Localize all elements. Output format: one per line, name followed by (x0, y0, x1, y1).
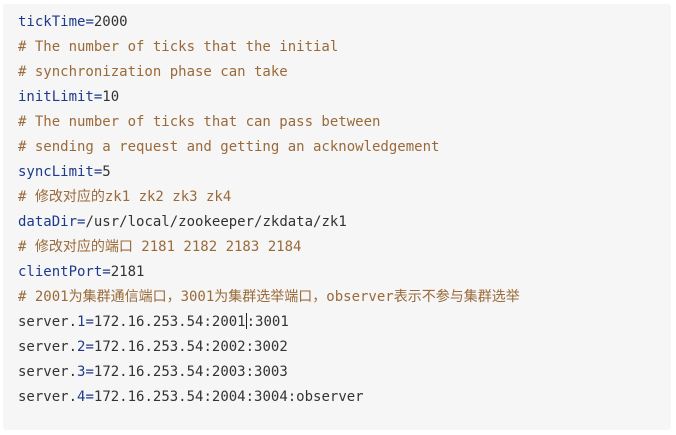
config-value: 5 (102, 164, 111, 180)
code-line-server-1: server.1=172.16.253.54:2001:3001 (18, 310, 671, 335)
code-line-initlimit: initLimit=10 (18, 85, 671, 110)
config-key: syncLimit (18, 164, 94, 180)
config-key: clientPort (18, 264, 103, 280)
server-value: 172.16.253.54:2004:3004:observer (93, 389, 364, 405)
config-value: 10 (102, 89, 120, 105)
config-value: /usr/local/zookeeper/zkdata/zk1 (85, 214, 347, 230)
code-block[interactable]: tickTime=2000 # The number of ticks that… (3, 4, 671, 430)
equals-sign: = (102, 264, 111, 280)
code-comment: # The number of ticks that can pass betw… (18, 114, 381, 130)
code-line-datadir: dataDir=/usr/local/zookeeper/zkdata/zk1 (18, 210, 671, 235)
code-line-server-4: server.4=172.16.253.54:2004:3004:observe… (18, 385, 671, 410)
config-value: 2181 (110, 264, 145, 280)
config-key: tickTime (18, 14, 86, 30)
code-comment: # 2001为集群通信端口，3001为集群选举端口，observer表示不参与集… (18, 289, 520, 305)
equals-sign: = (85, 364, 94, 380)
equals-sign: = (85, 14, 94, 30)
code-comment: # synchronization phase can take (18, 64, 288, 80)
server-prefix: server. (18, 389, 78, 405)
server-prefix: server. (18, 364, 78, 380)
code-line-server-3: server.3=172.16.253.54:2003:3003 (18, 360, 671, 385)
equals-sign: = (85, 389, 94, 405)
code-line-server-2: server.2=172.16.253.54:2002:3002 (18, 335, 671, 360)
server-value: 172.16.253.54:2002:3002 (93, 339, 288, 355)
config-value: 2000 (93, 14, 128, 30)
code-line-ticktime: tickTime=2000 (18, 10, 671, 35)
config-key: dataDir (18, 214, 78, 230)
code-comment: # The number of ticks that the initial (18, 39, 339, 55)
server-value: 172.16.253.54:2001 (93, 314, 246, 330)
code-comment: # sending a request and getting an ackno… (18, 139, 440, 155)
config-key: initLimit (18, 89, 94, 105)
code-comment: # 修改对应的端口 2181 2182 2183 2184 (18, 239, 302, 255)
code-line-synclimit: syncLimit=5 (18, 160, 671, 185)
code-line-clientport: clientPort=2181 (18, 260, 671, 285)
server-value-rest: :3001 (246, 314, 289, 330)
equals-sign: = (85, 314, 94, 330)
equals-sign: = (85, 339, 94, 355)
server-prefix: server. (18, 339, 78, 355)
server-prefix: server. (18, 314, 78, 330)
code-comment: # 修改对应的zk1 zk2 zk3 zk4 (18, 189, 232, 205)
server-value: 172.16.253.54:2003:3003 (93, 364, 288, 380)
